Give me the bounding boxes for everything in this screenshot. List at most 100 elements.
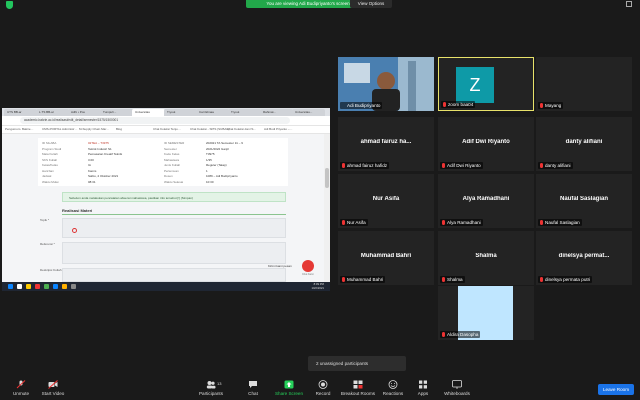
browser-tab[interactable]: Cari Elmaa	[196, 109, 229, 116]
bookmark-item[interactable]: Pengumum. Bakrie…	[5, 126, 34, 133]
web-page: 02TEA – T3975 ID SILABA Program Studi Tekni…	[2, 134, 330, 282]
participant-name-label: danty alifiani	[538, 162, 573, 169]
chat-widget-icon[interactable]	[302, 260, 314, 272]
detail-label: Jadwal	[42, 174, 52, 178]
participant-name-label: zoom baa04	[441, 101, 476, 108]
mic-muted-icon	[16, 380, 26, 389]
participant-display-name: Muhammad Bahri	[360, 253, 412, 259]
detail-label: Kode Kelas	[164, 152, 180, 156]
detail-label: Pertemuan	[164, 168, 179, 173]
bookmark-item[interactable]: M-Supply Chain Mar…	[79, 126, 109, 133]
participant-tile[interactable]: Shalma Shalma	[438, 231, 534, 285]
participant-tile[interactable]: Aldira Dasopha	[438, 286, 534, 340]
browser-tab[interactable]: UTS BB-ar	[4, 109, 37, 116]
taskbar-app-icon[interactable]	[26, 284, 31, 289]
detail-label: ID SILABA	[42, 141, 57, 145]
encryption-shield-icon[interactable]	[6, 1, 13, 9]
view-options-button[interactable]: View Options	[350, 0, 392, 8]
mic-muted-icon	[442, 277, 445, 282]
browser-tab[interactable]: Rahmat...	[260, 109, 293, 116]
start-video-button[interactable]: Start Video	[32, 380, 74, 399]
participant-tile[interactable]: Naufal Saslagian Naufal Saslagian	[536, 174, 632, 228]
participant-tile[interactable]: Alya Ramadhani Alya Ramadhani	[438, 174, 534, 228]
browser-tab[interactable]: L.TS BB-ar	[36, 109, 69, 116]
detail-label: ID SEMESTER	[164, 141, 185, 145]
taskbar-app-icon[interactable]	[44, 284, 49, 289]
detail-value: 10:30	[206, 179, 214, 184]
bookmark-item[interactable]: Blog	[116, 126, 122, 133]
bookmark-item[interactable]: Chat Koleksi - SPIS (SUBAG)	[190, 126, 230, 133]
participant-tile[interactable]: Nur Asifa Nur Asifa	[338, 174, 434, 228]
realisasi-heading: Realisasi Materi	[62, 208, 93, 213]
participant-tile[interactable]: Adi Budipriyanto	[338, 57, 434, 111]
url-field[interactable]: academic.bakrie.ac.id/realisasi/edit_det…	[20, 117, 290, 124]
bookmark-item[interactable]: Chat Koleksi Tenjo…	[153, 126, 181, 133]
participant-display-name: Adif Dwi Riyanto	[462, 139, 510, 145]
info-alert: Sebelum anda melakukan pencatatan absens…	[62, 192, 286, 202]
whiteboard-icon	[452, 380, 462, 389]
participant-tile[interactable]: Zzoom baa04	[438, 57, 534, 111]
detail-value: Teknik Industri S1	[88, 146, 112, 151]
topik-field[interactable]	[62, 218, 286, 238]
detail-label: Program Studi	[42, 146, 62, 151]
participants-icon	[206, 381, 216, 389]
bookmark-item[interactable]: Adi Budi Priyanto –…	[264, 126, 293, 133]
participant-display-name: dinelsya permat...	[558, 253, 610, 259]
deskripsi-field[interactable]	[62, 268, 286, 282]
participants-label: Participants	[198, 391, 223, 396]
scrollbar-thumb[interactable]	[325, 168, 329, 188]
taskbar-app-icon[interactable]	[35, 284, 40, 289]
browser-tab[interactable]: Tryout	[164, 109, 197, 116]
detail-label: Jenis Kuliah	[164, 163, 181, 167]
participant-tile[interactable]: danty alifiani danty alifiani	[536, 117, 632, 171]
taskbar-app-icon[interactable]	[53, 284, 58, 289]
field-label-deskripsi: Deskripsi Kuliah *	[40, 268, 64, 272]
browser-tab[interactable]: Tryout	[228, 109, 261, 116]
unassigned-participants-notice[interactable]: 2 unassigned participants	[308, 356, 406, 371]
detail-value: 08:31	[88, 179, 96, 184]
participants-count: 13	[217, 381, 222, 386]
field-label-referensi: Referensi *	[40, 242, 55, 246]
taskbar-app-icon[interactable]	[62, 284, 67, 289]
participants-button[interactable]: Participants	[190, 380, 232, 399]
mic-muted-icon	[342, 163, 345, 168]
participant-name: ahmad fairuz hafidz	[347, 163, 388, 168]
page-scrollbar[interactable]	[324, 134, 330, 282]
detail-value: Reguler (Tatap)	[206, 163, 227, 167]
participant-display-name: Naufal Saslagian	[559, 196, 609, 202]
browser-tab[interactable]: Universitas	[132, 109, 165, 116]
participant-name: Mayang	[545, 103, 562, 108]
participant-name: dinelsya permata putri	[545, 277, 591, 282]
participant-tile[interactable]: dinelsya permat... dinelsya permata putri	[536, 231, 632, 285]
browser-tab[interactable]: Adhi • Pos	[68, 109, 101, 116]
participant-tile[interactable]: Adif Dwi Riyanto Adif Dwi Riyanto	[438, 117, 534, 171]
mic-muted-icon	[443, 102, 446, 107]
participant-name: Shalma	[447, 277, 463, 282]
participant-name-label: Adi Budipriyanto	[340, 102, 383, 109]
taskbar-app-icon[interactable]	[17, 284, 22, 289]
maximize-icon[interactable]	[626, 1, 632, 7]
mic-muted-icon	[540, 277, 543, 282]
browser-tab[interactable]: Tumpuh...	[100, 109, 133, 116]
taskbar-app-icon[interactable]	[8, 284, 13, 289]
detail-label: Mahasiswa	[164, 157, 180, 162]
leave-room-button[interactable]: Leave Room	[598, 384, 634, 395]
whiteboards-button[interactable]: Whiteboards	[436, 380, 478, 399]
participant-name-label: Mayang	[538, 102, 564, 109]
participant-display-name: Shalma	[475, 253, 497, 259]
taskbar-app-icon[interactable]	[71, 284, 76, 289]
referensi-field[interactable]	[62, 242, 286, 264]
bookmark-item[interactable]: Chat Koleksi dan IS…	[227, 126, 256, 133]
participant-tile[interactable]: Mayang	[536, 57, 632, 111]
bookmark-item[interactable]: CMS-PORTAL Administr…	[42, 126, 77, 133]
participant-tile[interactable]: ahmad fairuz ha... ahmad fairuz hafidz	[338, 117, 434, 171]
mic-muted-icon	[442, 163, 445, 168]
heading-divider	[62, 214, 286, 215]
participant-tile[interactable]: Muhammad Bahri Muhammad Bahri	[338, 231, 434, 285]
detail-value: Kamis	[88, 168, 97, 173]
browser-tab[interactable]: Universitas...	[292, 109, 325, 116]
detail-value: Pemasaran Kreatif Teknik	[88, 152, 123, 156]
detail-value: 2021/2022 Ganjil	[206, 146, 229, 151]
mic-muted-icon	[442, 332, 445, 337]
participant-name-label: Adif Dwi Riyanto	[440, 162, 483, 169]
